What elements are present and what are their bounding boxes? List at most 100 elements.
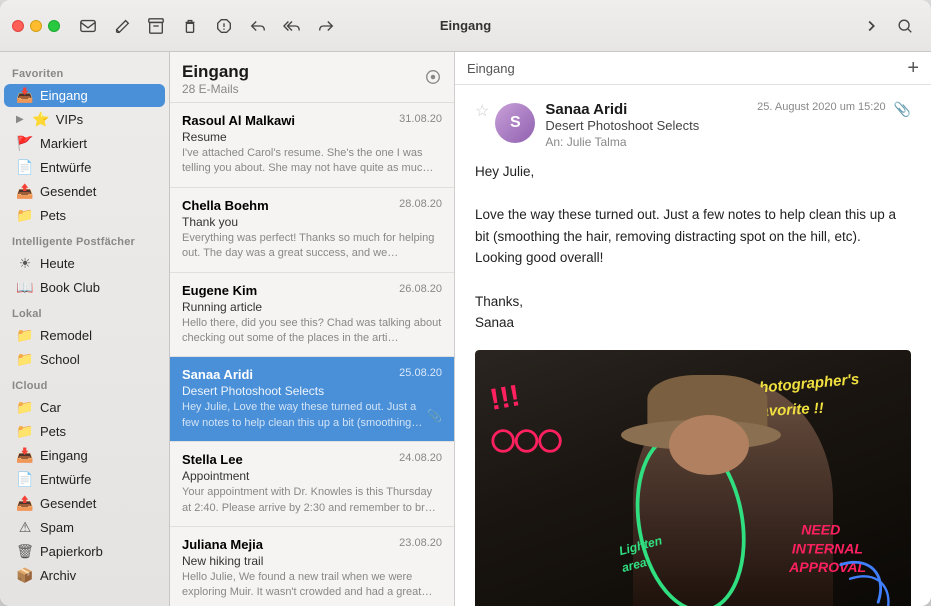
mail-preview: Hey Julie, Love the way these turned out… [182,400,427,431]
mail-item[interactable]: Chella Boehm 28.08.20 Thank you Everythi… [170,188,454,273]
sidebar-item-label: Car [40,400,157,415]
folder-icon: 📁 [16,423,34,440]
delete-icon[interactable] [176,12,204,40]
main-layout: Favoriten 📥 Eingang ▶ ⭐ VIPs 🚩 Markiert … [0,52,931,606]
forward-icon[interactable] [312,12,340,40]
star-button[interactable]: ☆ [475,101,489,121]
mail-item-selected[interactable]: Sanaa Aridi 25.08.20 Desert Photoshoot S… [170,357,454,442]
mail-list-title: Eingang [182,62,249,82]
sidebar-item-vips[interactable]: ▶ ⭐ VIPs [4,108,165,131]
sidebar-item-school[interactable]: 📁 School [4,348,165,371]
archive-icon: 📦 [16,567,34,584]
toolbar: Eingang [0,0,931,52]
svg-text:!!!: !!! [487,379,522,417]
mail-subject: Desert Photoshoot Selects [182,384,442,398]
sidebar-item-eingang-icloud[interactable]: 📥 Eingang [4,444,165,467]
mail-detail-header-bar: Eingang + [455,52,931,85]
sidebar-item-label: Entwürfe [40,160,157,175]
sidebar-item-papierkorb[interactable]: 🗑 Papierkorb [4,540,165,563]
inbox-icon: 📥 [16,87,34,104]
mail-item[interactable]: Stella Lee 24.08.20 Appointment Your app… [170,442,454,527]
compose-icon[interactable] [108,12,136,40]
sidebar-item-entworfe[interactable]: 📄 Entwürfe [4,156,165,179]
mail-date: 26.08.20 [399,283,442,298]
mail-preview: I've attached Carol's resume. She's the … [182,146,442,177]
mail-breadcrumb: Eingang [467,61,515,76]
attachment-detail-icon: 📎 [894,101,911,118]
sidebar-item-eingang[interactable]: 📥 Eingang [4,84,165,107]
mail-preview: Your appointment with Dr. Knowles is thi… [182,485,442,516]
sidebar-item-label: Spam [40,520,157,535]
mail-list-count: 28 E-Mails [182,82,249,96]
add-button[interactable]: + [907,58,919,78]
minimize-button[interactable] [30,20,42,32]
mail-sender: Chella Boehm [182,198,269,213]
sidebar-item-label: Entwürfe [40,472,157,487]
sidebar-item-pets[interactable]: 📁 Pets [4,204,165,227]
archive-icon[interactable] [142,12,170,40]
mail-image-container: !!! #photographer's Favorite !! Lig [475,350,911,606]
sidebar-item-label: Gesendet [40,184,157,199]
to-recipient: Julie Talma [567,135,627,149]
sidebar-item-markiert[interactable]: 🚩 Markiert [4,132,165,155]
draft-icon: 📄 [16,159,34,176]
toolbar-title: Eingang [440,18,491,33]
sidebar-item-entworfe-icloud[interactable]: 📄 Entwürfe [4,468,165,491]
sent-icon: 📤 [16,495,34,512]
mail-subject: Resume [182,130,442,144]
sidebar-item-car[interactable]: 📁 Car [4,396,165,419]
mail-photo: !!! #photographer's Favorite !! Lig [475,350,911,606]
mail-preview: Everything was perfect! Thanks so much f… [182,231,442,262]
mail-date: 25.08.20 [399,367,442,382]
sidebar-item-heute[interactable]: ☀ Heute [4,252,165,275]
get-mail-icon[interactable] [74,12,102,40]
mail-item[interactable]: Juliana Mejia 23.08.20 New hiking trail … [170,527,454,606]
sidebar-section-local: Lokal [0,300,169,323]
mail-subject: Thank you [182,215,442,229]
mail-to: An: Julie Talma [545,135,757,149]
draft-icon: 📄 [16,471,34,488]
junk-icon[interactable] [210,12,238,40]
sent-icon: 📤 [16,183,34,200]
today-icon: ☀ [16,255,34,272]
mail-date: 23.08.20 [399,537,442,552]
sidebar-item-remodel[interactable]: 📁 Remodel [4,324,165,347]
search-icon[interactable] [891,12,919,40]
mail-detail-meta: ☆ S Sanaa Aridi Desert Photoshoot Select… [475,101,911,149]
more-icon[interactable] [857,12,885,40]
folder-icon: 📁 [16,399,34,416]
sidebar-item-spam[interactable]: ⚠ Spam [4,516,165,539]
mail-timestamp: 25. August 2020 um 15:20 [757,101,885,113]
folder-icon: 📁 [16,351,34,368]
attachment-icon: 📎 [427,409,442,423]
sidebar-item-bookclub[interactable]: 📖 Book Club [4,276,165,299]
sidebar-item-archiv[interactable]: 📦 Archiv [4,564,165,587]
to-label: An: [545,135,563,149]
sidebar-item-pets-icloud[interactable]: 📁 Pets [4,420,165,443]
trash-icon: 🗑 [16,543,34,560]
sidebar-item-gesendet[interactable]: 📤 Gesendet [4,180,165,203]
sidebar-item-label: Heute [40,256,157,271]
sidebar-section-smart: Intelligente Postfächer [0,228,169,251]
mail-date: 28.08.20 [399,198,442,213]
mail-date: 24.08.20 [399,452,442,467]
mail-item[interactable]: Rasoul Al Malkawi 31.08.20 Resume I've a… [170,103,454,188]
filter-button[interactable] [424,68,442,91]
sidebar-item-gesendet-icloud[interactable]: 📤 Gesendet [4,492,165,515]
sidebar-item-label: Pets [40,424,157,439]
sidebar-item-label: School [40,352,157,367]
close-button[interactable] [12,20,24,32]
sidebar-item-label: VIPs [56,112,157,127]
mail-date: 31.08.20 [399,113,442,128]
maximize-button[interactable] [48,20,60,32]
reply-icon[interactable] [244,12,272,40]
sidebar-section-favorites: Favoriten [0,60,169,83]
mail-sender: Rasoul Al Malkawi [182,113,295,128]
disclosure-icon: ▶ [16,114,24,125]
inbox-icon: 📥 [16,447,34,464]
folder-icon: 📁 [16,207,34,224]
sidebar-item-label: Pets [40,208,157,223]
mail-item[interactable]: Eugene Kim 26.08.20 Running article Hell… [170,273,454,358]
sidebar-section-icloud: ICloud [0,372,169,395]
reply-all-icon[interactable] [278,12,306,40]
